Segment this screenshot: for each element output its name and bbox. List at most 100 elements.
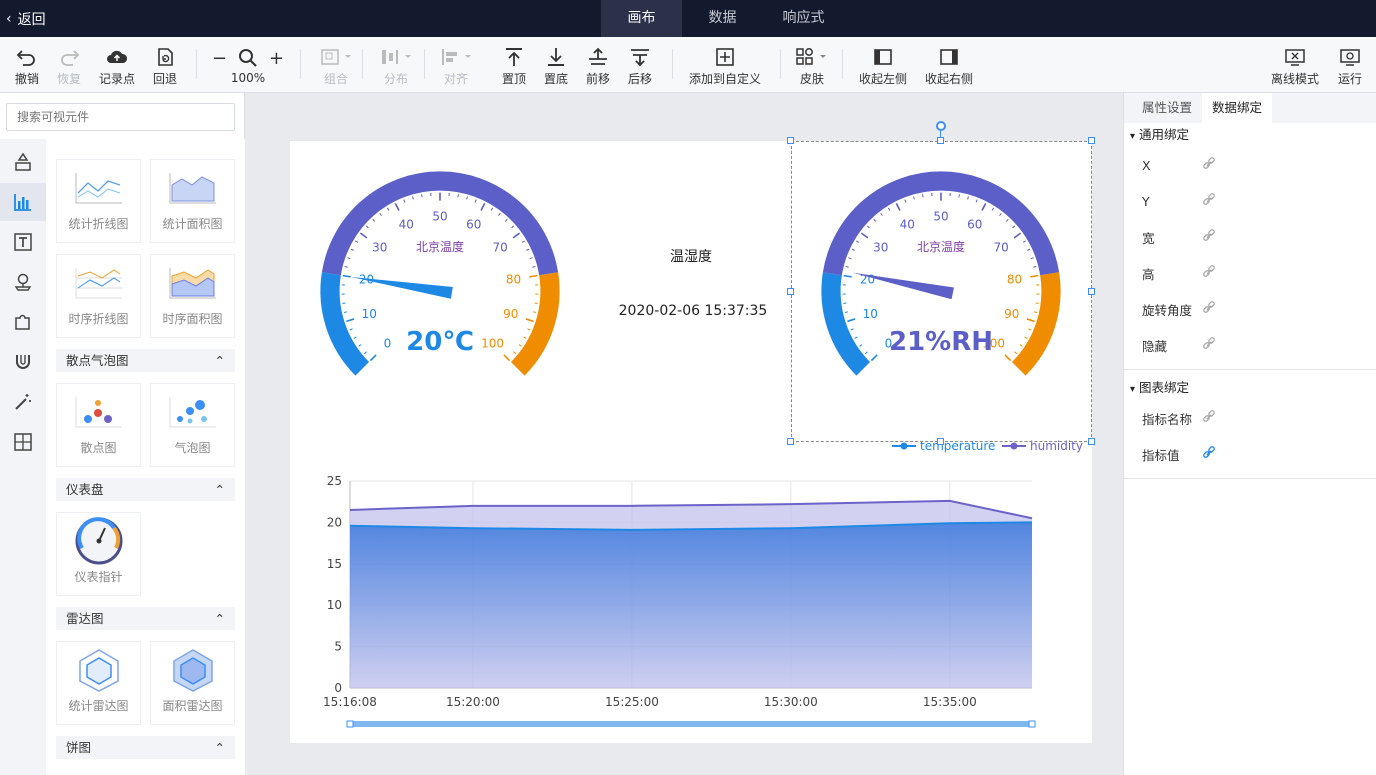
section-gauge[interactable]: 仪表盘 ⌃ — [56, 478, 235, 501]
section-scatter-bubble[interactable]: 散点气泡图 ⌃ — [56, 349, 235, 372]
zoom-slider-handle-right[interactable] — [1028, 720, 1036, 728]
resize-handle[interactable] — [787, 137, 794, 144]
y-tick-label: 15 — [327, 557, 342, 571]
link-icon — [1203, 192, 1215, 205]
skin-icon — [795, 44, 829, 70]
gauge-tick — [342, 274, 351, 278]
time-area-chart-card[interactable]: 时序面积图 — [150, 254, 235, 338]
stat-line-chart-card[interactable]: 统计折线图 — [56, 159, 141, 243]
record-button[interactable]: 记录点 — [96, 37, 138, 93]
tab-canvas[interactable]: 画布 — [601, 0, 682, 37]
mode-tabs: 画布 数据 响应式 — [601, 0, 844, 37]
area-chart[interactable]: 0 5 10 15 20 25 15:16:08 15:20:00 15:25:00 15:30:… — [323, 439, 1083, 728]
resize-handle[interactable] — [937, 438, 944, 445]
send-backward-button[interactable]: 后移 — [624, 37, 656, 93]
selection-box[interactable] — [791, 141, 1092, 442]
offline-mode-button[interactable]: 离线模式 — [1268, 37, 1322, 93]
gauge-tick — [363, 351, 367, 355]
link-button[interactable] — [1202, 192, 1216, 210]
binding-row: 指标值 — [1124, 436, 1376, 472]
chart-binding-group[interactable]: ▾ 图表绑定 — [1124, 376, 1376, 400]
redo-button[interactable]: 恢复 — [52, 37, 86, 93]
text-category-icon[interactable] — [0, 223, 46, 261]
resize-handle[interactable] — [1088, 438, 1095, 445]
undo-label: 撤销 — [14, 71, 39, 86]
gauge-tick-label: 90 — [503, 307, 518, 321]
rotate-handle[interactable] — [936, 121, 946, 131]
gauge-tick — [532, 311, 537, 313]
chevron-left-icon: ‹ — [6, 10, 12, 27]
link-button[interactable] — [1202, 300, 1216, 318]
temperature-gauge[interactable]: 0102030405060708090100北京温度20℃ — [320, 171, 560, 376]
temperature-area — [350, 522, 1032, 688]
time-line-chart-card[interactable]: 时序折线图 — [56, 254, 141, 338]
card-label: 统计面积图 — [162, 217, 223, 231]
shapes-category-icon[interactable] — [0, 143, 46, 181]
divider — [1124, 478, 1376, 479]
section-pie[interactable]: 饼图 ⌃ — [56, 736, 235, 759]
resize-handle[interactable] — [787, 438, 794, 445]
x-tick-label: 15:25:00 — [605, 695, 659, 709]
tab-data-binding[interactable]: 数据绑定 — [1202, 93, 1273, 123]
distribute-icon — [379, 44, 413, 70]
link-button[interactable] — [1202, 445, 1216, 463]
puzzle-category-icon[interactable] — [0, 303, 46, 341]
component-search-input[interactable] — [6, 103, 235, 131]
undo-button[interactable]: 撤销 — [10, 37, 44, 93]
link-icon — [1203, 336, 1215, 349]
resize-handle[interactable] — [1088, 137, 1095, 144]
rollback-button[interactable]: 回退 — [148, 37, 182, 93]
to-top-icon — [504, 44, 524, 70]
stat-radar-card[interactable]: 统计雷达图 — [56, 641, 141, 725]
back-button[interactable]: ‹ 返回 — [6, 0, 46, 37]
chevron-up-icon: ⌃ — [214, 611, 225, 626]
resize-handle[interactable] — [787, 288, 794, 295]
run-button[interactable]: 运行 — [1334, 37, 1366, 93]
link-button[interactable] — [1202, 336, 1216, 354]
tab-properties[interactable]: 属性设置 — [1132, 93, 1202, 123]
bring-forward-button[interactable]: 前移 — [582, 37, 614, 93]
send-to-bottom-button[interactable]: 置底 — [540, 37, 572, 93]
zoom-slider-handle-left[interactable] — [346, 720, 354, 728]
binding-row: 高 — [1124, 255, 1376, 291]
scatter-chart-card[interactable]: 散点图 — [56, 383, 141, 467]
map-pin-category-icon[interactable] — [0, 263, 46, 301]
link-button[interactable] — [1202, 228, 1216, 246]
zoom-slider-track[interactable] — [350, 721, 1032, 727]
link-button[interactable] — [1202, 156, 1216, 174]
zoom-out-icon[interactable]: − — [212, 48, 227, 69]
magnet-category-icon[interactable] — [0, 343, 46, 381]
scatter-icon — [57, 384, 140, 439]
skin-button[interactable]: 皮肤 — [794, 37, 830, 93]
layout-category-icon[interactable] — [0, 423, 46, 461]
collapse-left-button[interactable]: 收起左侧 — [856, 37, 910, 93]
group-button[interactable]: 组合 — [316, 37, 356, 93]
gauge-tick-label: 50 — [432, 210, 447, 224]
stat-area-chart-card[interactable]: 统计面积图 — [150, 159, 235, 243]
tab-data[interactable]: 数据 — [682, 0, 763, 37]
align-button[interactable]: 对齐 — [436, 37, 476, 93]
link-button[interactable] — [1202, 409, 1216, 427]
binding-label: X — [1142, 157, 1151, 173]
general-binding-group[interactable]: ▾ 通用绑定 — [1124, 123, 1376, 147]
gauge-tick — [386, 207, 390, 211]
area-chart-icon — [151, 160, 234, 215]
add-to-custom-button[interactable]: 添加到自定义 — [686, 37, 764, 93]
bring-to-top-button[interactable]: 置顶 — [498, 37, 530, 93]
magic-wand-category-icon[interactable] — [0, 383, 46, 421]
resize-handle[interactable] — [937, 137, 944, 144]
chart-category-icon[interactable] — [0, 183, 46, 221]
gauge-tick — [529, 257, 533, 260]
section-radar[interactable]: 雷达图 ⌃ — [56, 607, 235, 630]
tab-responsive[interactable]: 响应式 — [763, 0, 844, 37]
distribute-button[interactable]: 分布 — [374, 37, 418, 93]
area-radar-card[interactable]: 面积雷达图 — [150, 641, 235, 725]
zoom-in-icon[interactable]: + — [269, 48, 284, 69]
collapse-right-button[interactable]: 收起右侧 — [922, 37, 976, 93]
gauge-pointer-card[interactable]: 仪表指针 — [56, 512, 141, 596]
resize-handle[interactable] — [1088, 288, 1095, 295]
link-button[interactable] — [1202, 264, 1216, 282]
bubble-chart-card[interactable]: 气泡图 — [150, 383, 235, 467]
gauge-tick-label: 30 — [372, 240, 387, 254]
group-title: 通用绑定 — [1139, 127, 1190, 142]
